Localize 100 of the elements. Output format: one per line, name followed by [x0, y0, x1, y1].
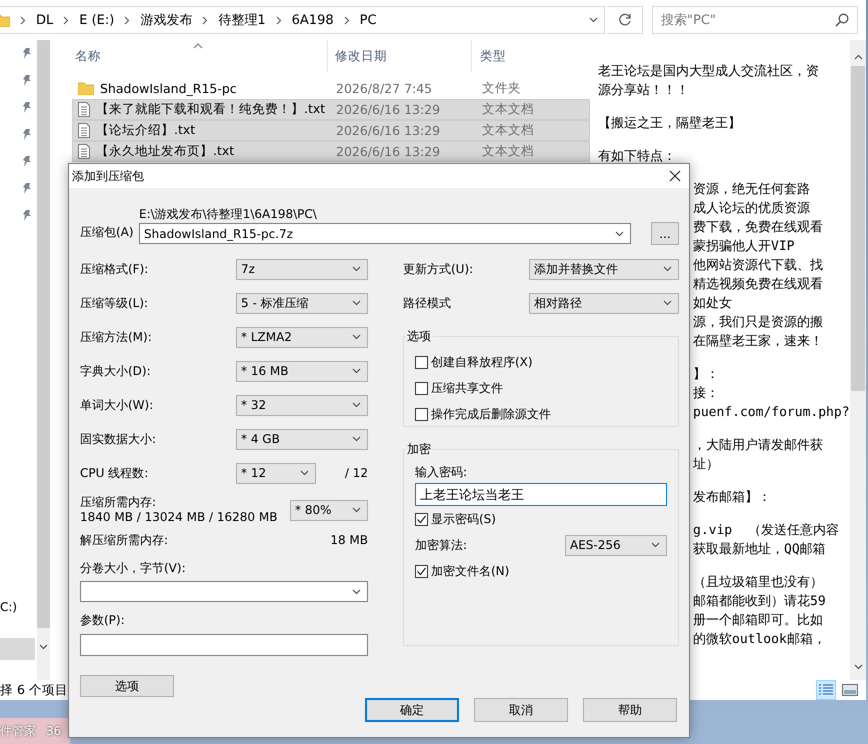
preview-line: 蒙拐骗他人开VIP [693, 238, 794, 256]
file-row[interactable]: 【论坛介绍】.txt 2026/6/16 13:29 文本文档 [72, 120, 590, 141]
chevron-icon [300, 470, 309, 476]
input-field[interactable] [80, 634, 368, 656]
dropdown[interactable]: 7z [236, 258, 368, 280]
password-field[interactable]: 上老王论坛当老王 [415, 483, 667, 506]
memory-usage: 1840 MB / 13024 MB / 16280 MB [80, 510, 278, 525]
checkbox-label: 加密文件名(N) [431, 562, 510, 580]
file-type: 文本文档 [481, 143, 534, 160]
address-bar[interactable]: DL E (E:) 游戏发布 待整理1 6A198 PC [0, 6, 605, 34]
dialog-button[interactable]: 取消 [474, 698, 568, 722]
breadcrumb[interactable]: 6A198 [292, 12, 334, 28]
preview-line: 在隔壁老王家，速来！ [693, 333, 823, 351]
checkbox[interactable] [415, 408, 428, 420]
options-button[interactable]: 选项 [80, 675, 174, 697]
dropdown[interactable]: * 12 [236, 462, 316, 484]
memory-value: 18 MB [330, 533, 368, 547]
file-row[interactable]: ShadowIsland_R15-pc 2026/8/27 7:45 文件夹 [72, 78, 590, 99]
dropdown[interactable]: AES-256 [565, 534, 667, 556]
preview-line: 如处女 [693, 295, 732, 313]
dropdown[interactable]: * LZMA2 [236, 326, 368, 348]
dropdown[interactable]: * 32 [236, 394, 368, 416]
scrollbar[interactable] [850, 40, 866, 680]
column-header[interactable]: 名称 [50, 40, 328, 72]
dropdown[interactable]: * 80% [290, 500, 368, 520]
chevron-right-icon [63, 16, 70, 24]
file-date: 2026/8/27 7:45 [335, 81, 434, 96]
field-label: 路径模式 [403, 294, 451, 312]
dropdown[interactable] [80, 581, 368, 602]
details-view-icon [819, 684, 833, 696]
document-icon [78, 123, 90, 138]
dropdown[interactable]: * 16 MB [236, 360, 368, 382]
field-label: 固实数据大小: [80, 430, 156, 448]
preview-line: 【搬运之王，隔壁老王】 [598, 115, 741, 133]
close-icon[interactable] [669, 170, 681, 182]
pin-icon [22, 210, 32, 222]
dropdown[interactable]: * 4 GB [236, 428, 368, 450]
preview-line: 发布邮箱】： [693, 489, 771, 507]
field-label: 单词大小(W): [80, 396, 154, 414]
dropdown[interactable]: 5 - 标准压缩 [236, 292, 368, 314]
preview-line: 精选视频免费在线观看 [693, 276, 823, 294]
column-header[interactable]: 类型 [472, 40, 572, 72]
file-date: 2026/6/16 13:29 [335, 123, 442, 138]
refresh-button[interactable] [607, 6, 643, 34]
field-label: 参数(P): [80, 612, 126, 628]
chevron-right-icon [20, 16, 26, 24]
thumbnail-view-icon [842, 684, 858, 696]
breadcrumb[interactable]: DL [36, 12, 54, 28]
archive-name-field[interactable]: ShadowIsland_R15-pc.7z [139, 223, 631, 244]
file-row[interactable]: 【永久地址发布页】.txt 2026/6/16 13:29 文本文档 [72, 141, 590, 162]
pin-icon [22, 102, 32, 114]
preview-line: g.vip （发送任意内容 [693, 522, 839, 540]
status-text: 择 6 个项目 [0, 682, 68, 698]
dropdown[interactable]: 添加并替换文件 [529, 258, 679, 280]
dialog-button[interactable]: 帮助 [583, 698, 677, 722]
breadcrumb[interactable]: E (E:) [79, 12, 114, 28]
pin-icon [22, 48, 32, 60]
preview-line: 邮箱都能收到）请花59 [693, 593, 826, 611]
field-label: CPU 线程数: [80, 464, 150, 482]
preview-line: 】： [693, 366, 719, 384]
checkbox[interactable] [415, 356, 428, 368]
column-header[interactable]: 修改日期 [328, 40, 472, 72]
folder-icon [78, 82, 94, 95]
search-field[interactable]: 搜索"PC" [652, 6, 858, 34]
scroll-up-icon [854, 54, 862, 60]
preview-line: 资源，绝无任何套路 [693, 181, 810, 199]
file-type: 文件夹 [481, 80, 521, 97]
dropdown[interactable]: 相对路径 [529, 292, 679, 314]
file-date: 2026/6/16 13:29 [335, 102, 442, 117]
chevron-icon [663, 266, 672, 272]
breadcrumb[interactable]: 待整理1 [218, 11, 266, 29]
view-button[interactable] [816, 680, 836, 700]
preview-line: 接： [693, 385, 719, 403]
dialog-button[interactable]: 确定 [365, 698, 459, 722]
chevron-icon [663, 300, 672, 306]
checkbox-label: 操作完成后删除源文件 [431, 406, 551, 422]
checkmark-icon [416, 566, 427, 576]
field-label: 压缩格式(F): [80, 260, 148, 278]
preview-line: 成人论坛的优质资源 [693, 200, 810, 218]
chevron-icon [39, 644, 48, 650]
archive-folder: E:\游戏发布\待整理1\6A198\PC\ [139, 206, 318, 222]
browse-button[interactable]: ... [651, 222, 679, 245]
refresh-icon [618, 13, 632, 27]
chevron-icon [651, 542, 660, 548]
checkbox[interactable] [415, 512, 428, 526]
chevron-icon [352, 368, 361, 374]
checkbox[interactable] [415, 382, 428, 394]
file-row[interactable]: 【来了就能下载和观看！纯免费！】.txt 2026/6/16 13:29 文本文档 [72, 99, 590, 120]
checkbox[interactable] [415, 564, 428, 578]
sort-caret-icon [193, 43, 203, 49]
file-name: 【永久地址发布页】.txt [96, 143, 234, 160]
scrollbar[interactable] [37, 40, 50, 680]
pin-icon [22, 129, 32, 141]
file-type: 文本文档 [481, 101, 534, 118]
breadcrumb[interactable]: PC [360, 12, 377, 28]
preview-line: ，大陆用户请发邮件获 [693, 437, 823, 455]
breadcrumb[interactable]: 游戏发布 [140, 11, 192, 29]
file-date: 2026/6/16 13:29 [335, 144, 442, 159]
nav-item[interactable]: C:) [0, 600, 18, 614]
field-label: 压缩所需内存: [80, 495, 158, 510]
